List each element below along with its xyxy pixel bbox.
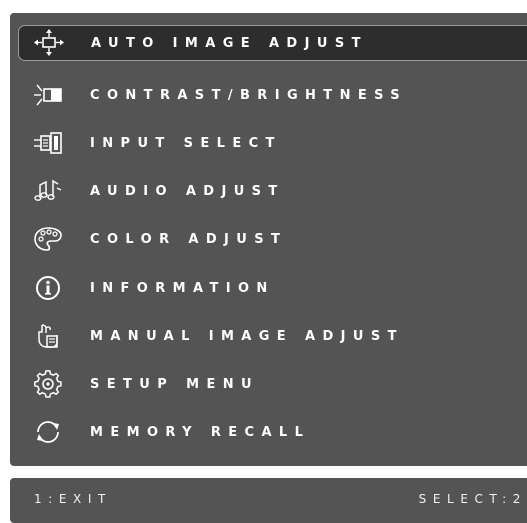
- menu-item-label: MEMORY RECALL: [90, 424, 311, 440]
- menu-item-label: AUTO IMAGE ADJUST: [91, 35, 368, 51]
- select-hint: SELECT:2: [418, 492, 527, 506]
- menu-item-label: AUDIO ADJUST: [90, 183, 285, 199]
- osd-menu-panel: AUTO IMAGE ADJUST CONTRAST/BRIGHTNESS IN…: [10, 13, 527, 466]
- color-palette-icon: [28, 223, 68, 255]
- gear-icon: [28, 368, 68, 400]
- menu-item-label: INFORMATION: [90, 280, 275, 296]
- menu-item-label: INPUT SELECT: [90, 135, 282, 151]
- menu-item-setup-menu[interactable]: SETUP MENU: [18, 366, 527, 402]
- exit-hint: 1:EXIT: [34, 492, 112, 506]
- menu-item-manual-image-adjust[interactable]: MANUAL IMAGE ADJUST: [18, 318, 527, 354]
- menu-item-label: COLOR ADJUST: [90, 231, 288, 247]
- menu-item-color-adjust[interactable]: COLOR ADJUST: [18, 221, 527, 257]
- footer-bar: 1:EXIT SELECT:2: [10, 478, 527, 523]
- music-note-icon: [28, 175, 68, 207]
- menu-item-label: MANUAL IMAGE ADJUST: [90, 328, 404, 344]
- menu-item-audio-adjust[interactable]: AUDIO ADJUST: [18, 173, 527, 209]
- menu-item-label: CONTRAST/BRIGHTNESS: [90, 87, 408, 103]
- menu-item-auto-image-adjust[interactable]: AUTO IMAGE ADJUST: [18, 25, 527, 61]
- menu-item-contrast-brightness[interactable]: CONTRAST/BRIGHTNESS: [18, 77, 527, 113]
- menu-item-label: SETUP MENU: [90, 376, 259, 392]
- contrast-brightness-icon: [28, 79, 68, 111]
- hand-adjust-icon: [28, 320, 68, 352]
- recall-arrows-icon: [28, 416, 68, 448]
- auto-adjust-icon: [29, 27, 69, 59]
- input-connector-icon: [28, 127, 68, 159]
- info-icon: [28, 272, 68, 304]
- menu-item-input-select[interactable]: INPUT SELECT: [18, 125, 527, 161]
- menu-item-information[interactable]: INFORMATION: [18, 270, 527, 306]
- menu-item-memory-recall[interactable]: MEMORY RECALL: [18, 414, 527, 450]
